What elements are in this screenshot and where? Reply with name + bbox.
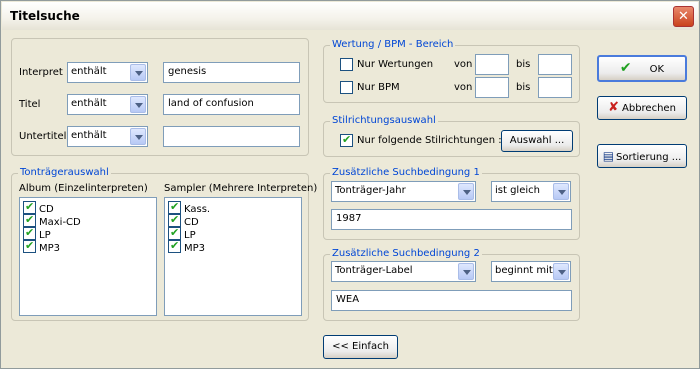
condition2-field-select[interactable]: Tonträger-Label [331, 261, 476, 282]
only-bpm-checkbox[interactable] [340, 81, 353, 94]
condition2-value-input[interactable]: WEA [331, 290, 572, 311]
ratings-to-label: bis [516, 59, 531, 70]
style-select-button[interactable]: Auswahl ... [501, 130, 573, 152]
ok-label: OK [649, 64, 665, 75]
checkmark-icon: ✔ [619, 60, 632, 76]
simple-mode-button[interactable]: << Einfach [323, 335, 398, 359]
cancel-x-icon: ✘ [608, 100, 619, 115]
untertitel-label: Untertitel [19, 131, 67, 142]
album-header: Album (Einzelinterpreten) [19, 183, 148, 194]
sampler-header: Sampler (Mehrere Interpreten) [164, 183, 318, 194]
only-ratings-label: Nur Wertungen [357, 59, 434, 70]
condition1-field-select[interactable]: Tonträger-Jahr [331, 181, 476, 202]
condition2-field-value: Tonträger-Label [335, 265, 413, 276]
titel-mode-select[interactable]: enthält [67, 94, 148, 115]
cancel-label: Abbrechen [622, 103, 676, 114]
bpm-from-input[interactable] [475, 77, 509, 98]
condition2-legend: Zusätzliche Suchbedingung 2 [330, 248, 482, 259]
untertitel-input[interactable] [163, 126, 300, 147]
only-bpm-label: Nur BPM [357, 82, 400, 93]
titel-mode-value: enthält [71, 98, 107, 109]
titel-label: Titel [19, 99, 41, 110]
untertitel-mode-select[interactable]: enthält [67, 126, 148, 147]
checkbox[interactable] [168, 239, 181, 253]
album-listbox[interactable]: CD Maxi-CD LP MP3 [19, 197, 157, 316]
chevron-down-icon[interactable] [130, 128, 146, 145]
ok-button[interactable]: ✔ OK [597, 55, 687, 82]
only-ratings-checkbox[interactable] [340, 58, 353, 71]
title-bar[interactable]: Titelsuche ✕ [2, 2, 698, 30]
only-styles-checkbox[interactable] [340, 133, 353, 147]
interpret-mode-value: enthält [71, 66, 107, 77]
list-item[interactable]: MP3 [168, 239, 205, 254]
list-item[interactable]: MP3 [23, 239, 60, 254]
ratings-from-label: von [454, 59, 473, 70]
checkbox[interactable] [23, 239, 36, 253]
sort-icon: ▤ [602, 149, 615, 163]
dialog-window: Titelsuche ✕ Interpret enthält genesis T… [0, 0, 700, 369]
ratings-from-input[interactable] [475, 54, 509, 75]
chevron-down-icon[interactable] [458, 263, 474, 280]
sort-button[interactable]: ▤ Sortierung ... [597, 144, 687, 168]
condition1-legend: Zusätzliche Suchbedingung 1 [330, 167, 482, 178]
close-button[interactable]: ✕ [673, 6, 694, 27]
titel-input[interactable]: land of confusion [163, 94, 300, 115]
window-title: Titelsuche [10, 9, 80, 23]
condition1-value-input[interactable]: 1987 [331, 209, 572, 230]
sort-label: Sortierung ... [616, 152, 682, 163]
chevron-down-icon[interactable] [553, 263, 569, 280]
rating-legend: Wertung / BPM - Bereich [330, 39, 456, 50]
chevron-down-icon[interactable] [130, 96, 146, 113]
style-legend: Stilrichtungsauswahl [330, 115, 438, 126]
condition1-operator-select[interactable]: ist gleich [491, 181, 571, 202]
bpm-from-label: von [454, 82, 473, 93]
chevron-down-icon[interactable] [130, 64, 146, 81]
interpret-label: Interpret [19, 67, 63, 78]
chevron-down-icon[interactable] [458, 183, 474, 200]
interpret-mode-select[interactable]: enthält [67, 62, 148, 83]
condition2-operator-select[interactable]: beginnt mit [491, 261, 571, 282]
medium-legend: Tonträgerauswahl [18, 167, 111, 178]
bpm-to-label: bis [516, 82, 531, 93]
sampler-listbox[interactable]: Kass. CD LP MP3 [164, 197, 302, 316]
condition1-operator-value: ist gleich [495, 185, 540, 196]
only-styles-label: Nur folgende Stilrichtungen : [357, 135, 502, 146]
cancel-button[interactable]: ✘ Abbrechen [597, 96, 687, 120]
condition1-field-value: Tonträger-Jahr [335, 185, 406, 196]
ratings-to-input[interactable] [538, 54, 572, 75]
untertitel-mode-value: enthält [71, 130, 107, 141]
bpm-to-input[interactable] [538, 77, 572, 98]
condition2-operator-value: beginnt mit [495, 265, 553, 276]
close-icon: ✕ [678, 9, 689, 24]
interpret-input[interactable]: genesis [163, 62, 300, 83]
chevron-down-icon[interactable] [553, 183, 569, 200]
